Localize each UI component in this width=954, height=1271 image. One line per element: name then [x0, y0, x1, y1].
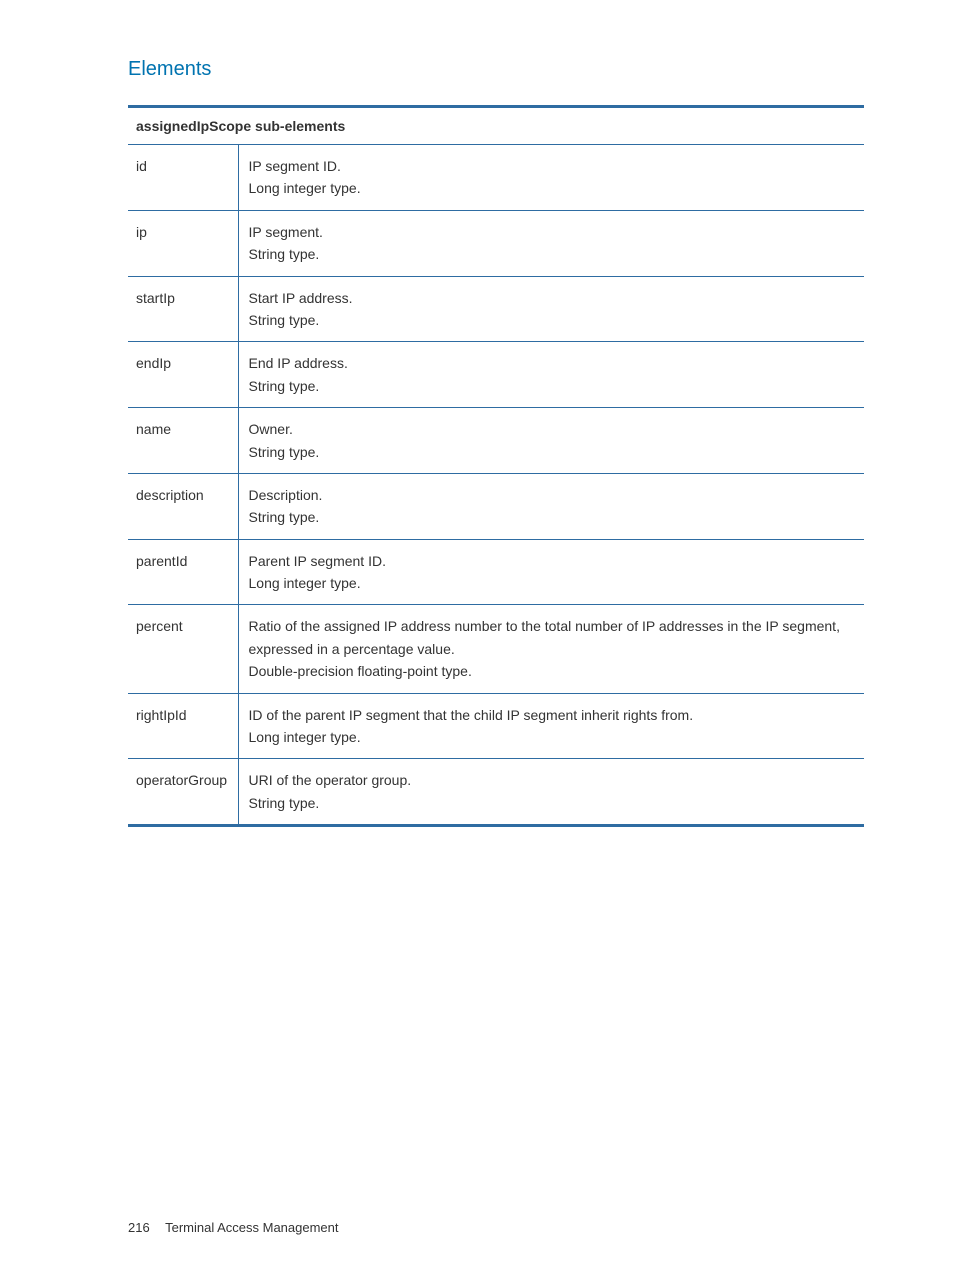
- table-row: operatorGroupURI of the operator group.S…: [128, 759, 864, 826]
- chapter-title: Terminal Access Management: [165, 1220, 338, 1235]
- description-line: String type.: [249, 243, 857, 265]
- description-line: IP segment.: [249, 221, 857, 243]
- table-row: startIpStart IP address.String type.: [128, 276, 864, 342]
- element-name: parentId: [128, 539, 238, 605]
- element-description: End IP address.String type.: [238, 342, 864, 408]
- element-name: rightIpId: [128, 693, 238, 759]
- element-description: IP segment ID.Long integer type.: [238, 145, 864, 211]
- element-name: operatorGroup: [128, 759, 238, 826]
- element-description: ID of the parent IP segment that the chi…: [238, 693, 864, 759]
- element-description: Start IP address.String type.: [238, 276, 864, 342]
- description-line: Long integer type.: [249, 726, 857, 748]
- description-line: String type.: [249, 309, 857, 331]
- description-line: Long integer type.: [249, 177, 857, 199]
- description-line: Parent IP segment ID.: [249, 550, 857, 572]
- element-description: IP segment.String type.: [238, 210, 864, 276]
- table-row: nameOwner.String type.: [128, 408, 864, 474]
- table-header: assignedIpScope sub-elements: [128, 107, 864, 145]
- description-line: Ratio of the assigned IP address number …: [249, 615, 857, 660]
- elements-table: assignedIpScope sub-elements idIP segmen…: [128, 105, 864, 827]
- table-row: rightIpId ID of the parent IP segment tha…: [128, 693, 864, 759]
- table-row: percentRatio of the assigned IP address …: [128, 605, 864, 693]
- table-row: ipIP segment.String type.: [128, 210, 864, 276]
- description-line: ID of the parent IP segment that the chi…: [249, 704, 857, 726]
- description-line: Owner.: [249, 418, 857, 440]
- page-number: 216: [128, 1220, 150, 1235]
- section-heading: Elements: [128, 58, 864, 81]
- element-description: Parent IP segment ID.Long integer type.: [238, 539, 864, 605]
- table-row: endIpEnd IP address.String type.: [128, 342, 864, 408]
- page-footer: 216 Terminal Access Management: [128, 1220, 339, 1235]
- element-name: startIp: [128, 276, 238, 342]
- element-name: description: [128, 473, 238, 539]
- description-line: End IP address.: [249, 352, 857, 374]
- element-name: name: [128, 408, 238, 474]
- description-line: Double-precision floating-point type.: [249, 660, 857, 682]
- table-row: idIP segment ID.Long integer type.: [128, 145, 864, 211]
- description-line: String type.: [249, 441, 857, 463]
- description-line: IP segment ID.: [249, 155, 857, 177]
- element-description: Owner.String type.: [238, 408, 864, 474]
- description-line: Long integer type.: [249, 572, 857, 594]
- description-line: String type.: [249, 506, 857, 528]
- description-line: URI of the operator group.: [249, 769, 857, 791]
- element-name: ip: [128, 210, 238, 276]
- element-name: id: [128, 145, 238, 211]
- table-row: parentIdParent IP segment ID.Long intege…: [128, 539, 864, 605]
- element-description: Description.String type.: [238, 473, 864, 539]
- description-line: Start IP address.: [249, 287, 857, 309]
- element-name: percent: [128, 605, 238, 693]
- description-line: String type.: [249, 375, 857, 397]
- element-description: URI of the operator group.String type.: [238, 759, 864, 826]
- table-row: descriptionDescription.String type.: [128, 473, 864, 539]
- description-line: String type.: [249, 792, 857, 814]
- element-name: endIp: [128, 342, 238, 408]
- element-description: Ratio of the assigned IP address number …: [238, 605, 864, 693]
- description-line: Description.: [249, 484, 857, 506]
